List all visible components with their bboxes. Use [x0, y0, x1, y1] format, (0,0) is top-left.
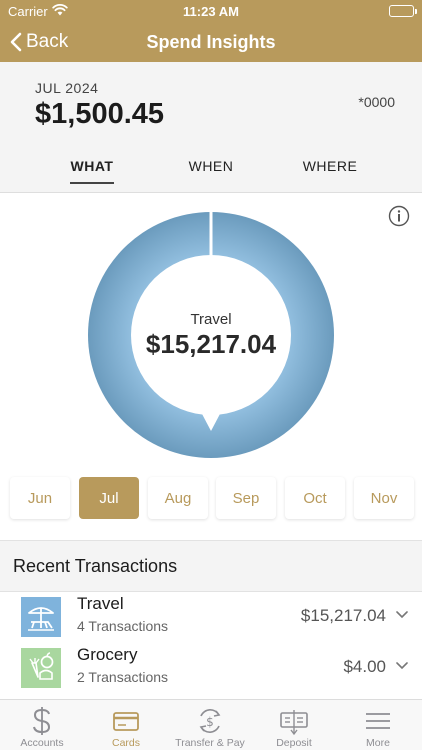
- month-selector: Jun Jul Aug Sep Oct Nov: [0, 472, 422, 530]
- month-oct[interactable]: Oct: [285, 477, 345, 519]
- month-nov[interactable]: Nov: [354, 477, 414, 519]
- recent-transactions-header: Recent Transactions: [0, 540, 422, 592]
- tabbar-label: More: [366, 737, 390, 749]
- info-icon[interactable]: [388, 205, 410, 232]
- chevron-down-icon: [396, 611, 408, 619]
- tabbar-label: Cards: [111, 737, 140, 749]
- transaction-count: 2 Transactions: [77, 669, 169, 685]
- travel-icon: [21, 597, 61, 637]
- donut-segment-gap: [209, 212, 213, 257]
- tabbar-transfer-pay[interactable]: $ Transfer & Pay: [168, 700, 252, 750]
- svg-text:$: $: [206, 715, 214, 729]
- tabbar-accounts[interactable]: Accounts: [0, 700, 84, 750]
- navigation-bar: Carrier 11:23 AM Back Spend Insights: [0, 0, 422, 62]
- transaction-category: Travel: [77, 594, 124, 613]
- summary-month: JUL 2024: [35, 80, 99, 96]
- month-aug[interactable]: Aug: [148, 477, 208, 519]
- status-time: 11:23 AM: [183, 4, 239, 19]
- transaction-amount: $15,217.04: [300, 606, 386, 625]
- tabbar-cards[interactable]: Cards: [84, 700, 168, 750]
- spend-chart: Travel $15,217.04: [0, 194, 422, 472]
- battery-icon: [389, 5, 417, 17]
- account-number: *0000: [358, 94, 395, 110]
- donut-category-value: $15,217.04: [145, 329, 277, 359]
- tab-bar: Accounts Cards $ Transfer & Pay Deposit …: [0, 699, 422, 750]
- transaction-row-travel[interactable]: Travel 4 Transactions $15,217.04: [0, 592, 422, 642]
- month-sep[interactable]: Sep: [216, 477, 276, 519]
- menu-icon: [336, 706, 420, 736]
- tabbar-label: Transfer & Pay: [175, 737, 245, 749]
- spend-summary: JUL 2024 $1,500.45 *0000 WHAT WHEN WHERE: [0, 62, 422, 193]
- card-icon: [84, 706, 168, 736]
- month-jul[interactable]: Jul: [79, 477, 139, 519]
- transfer-icon: $: [168, 706, 252, 736]
- summary-amount: $1,500.45: [35, 98, 165, 130]
- check-deposit-icon: [252, 706, 336, 736]
- insight-tabs: WHAT WHEN WHERE: [0, 158, 422, 186]
- tabbar-more[interactable]: More: [336, 700, 420, 750]
- transaction-amount: $4.00: [343, 657, 386, 676]
- grocery-icon: [21, 648, 61, 688]
- tab-when[interactable]: WHEN: [161, 158, 261, 174]
- chevron-down-icon: [396, 662, 408, 670]
- status-bar: Carrier 11:23 AM: [0, 0, 422, 22]
- transaction-category: Grocery: [77, 645, 138, 664]
- transaction-count: 4 Transactions: [77, 618, 169, 634]
- month-jun[interactable]: Jun: [10, 477, 70, 519]
- donut-category-label: Travel: [190, 311, 232, 328]
- page-title: Spend Insights: [146, 32, 276, 52]
- tab-where[interactable]: WHERE: [280, 158, 380, 174]
- recent-transactions-title: Recent Transactions: [13, 556, 178, 576]
- tab-underline: [70, 182, 114, 184]
- dollar-icon: [0, 706, 84, 736]
- tabbar-label: Deposit: [276, 737, 312, 749]
- tabbar-label: Accounts: [20, 737, 64, 749]
- tab-what[interactable]: WHAT: [42, 158, 142, 174]
- transaction-row-grocery[interactable]: Grocery 2 Transactions $4.00: [0, 643, 422, 693]
- tabbar-deposit[interactable]: Deposit: [252, 700, 336, 750]
